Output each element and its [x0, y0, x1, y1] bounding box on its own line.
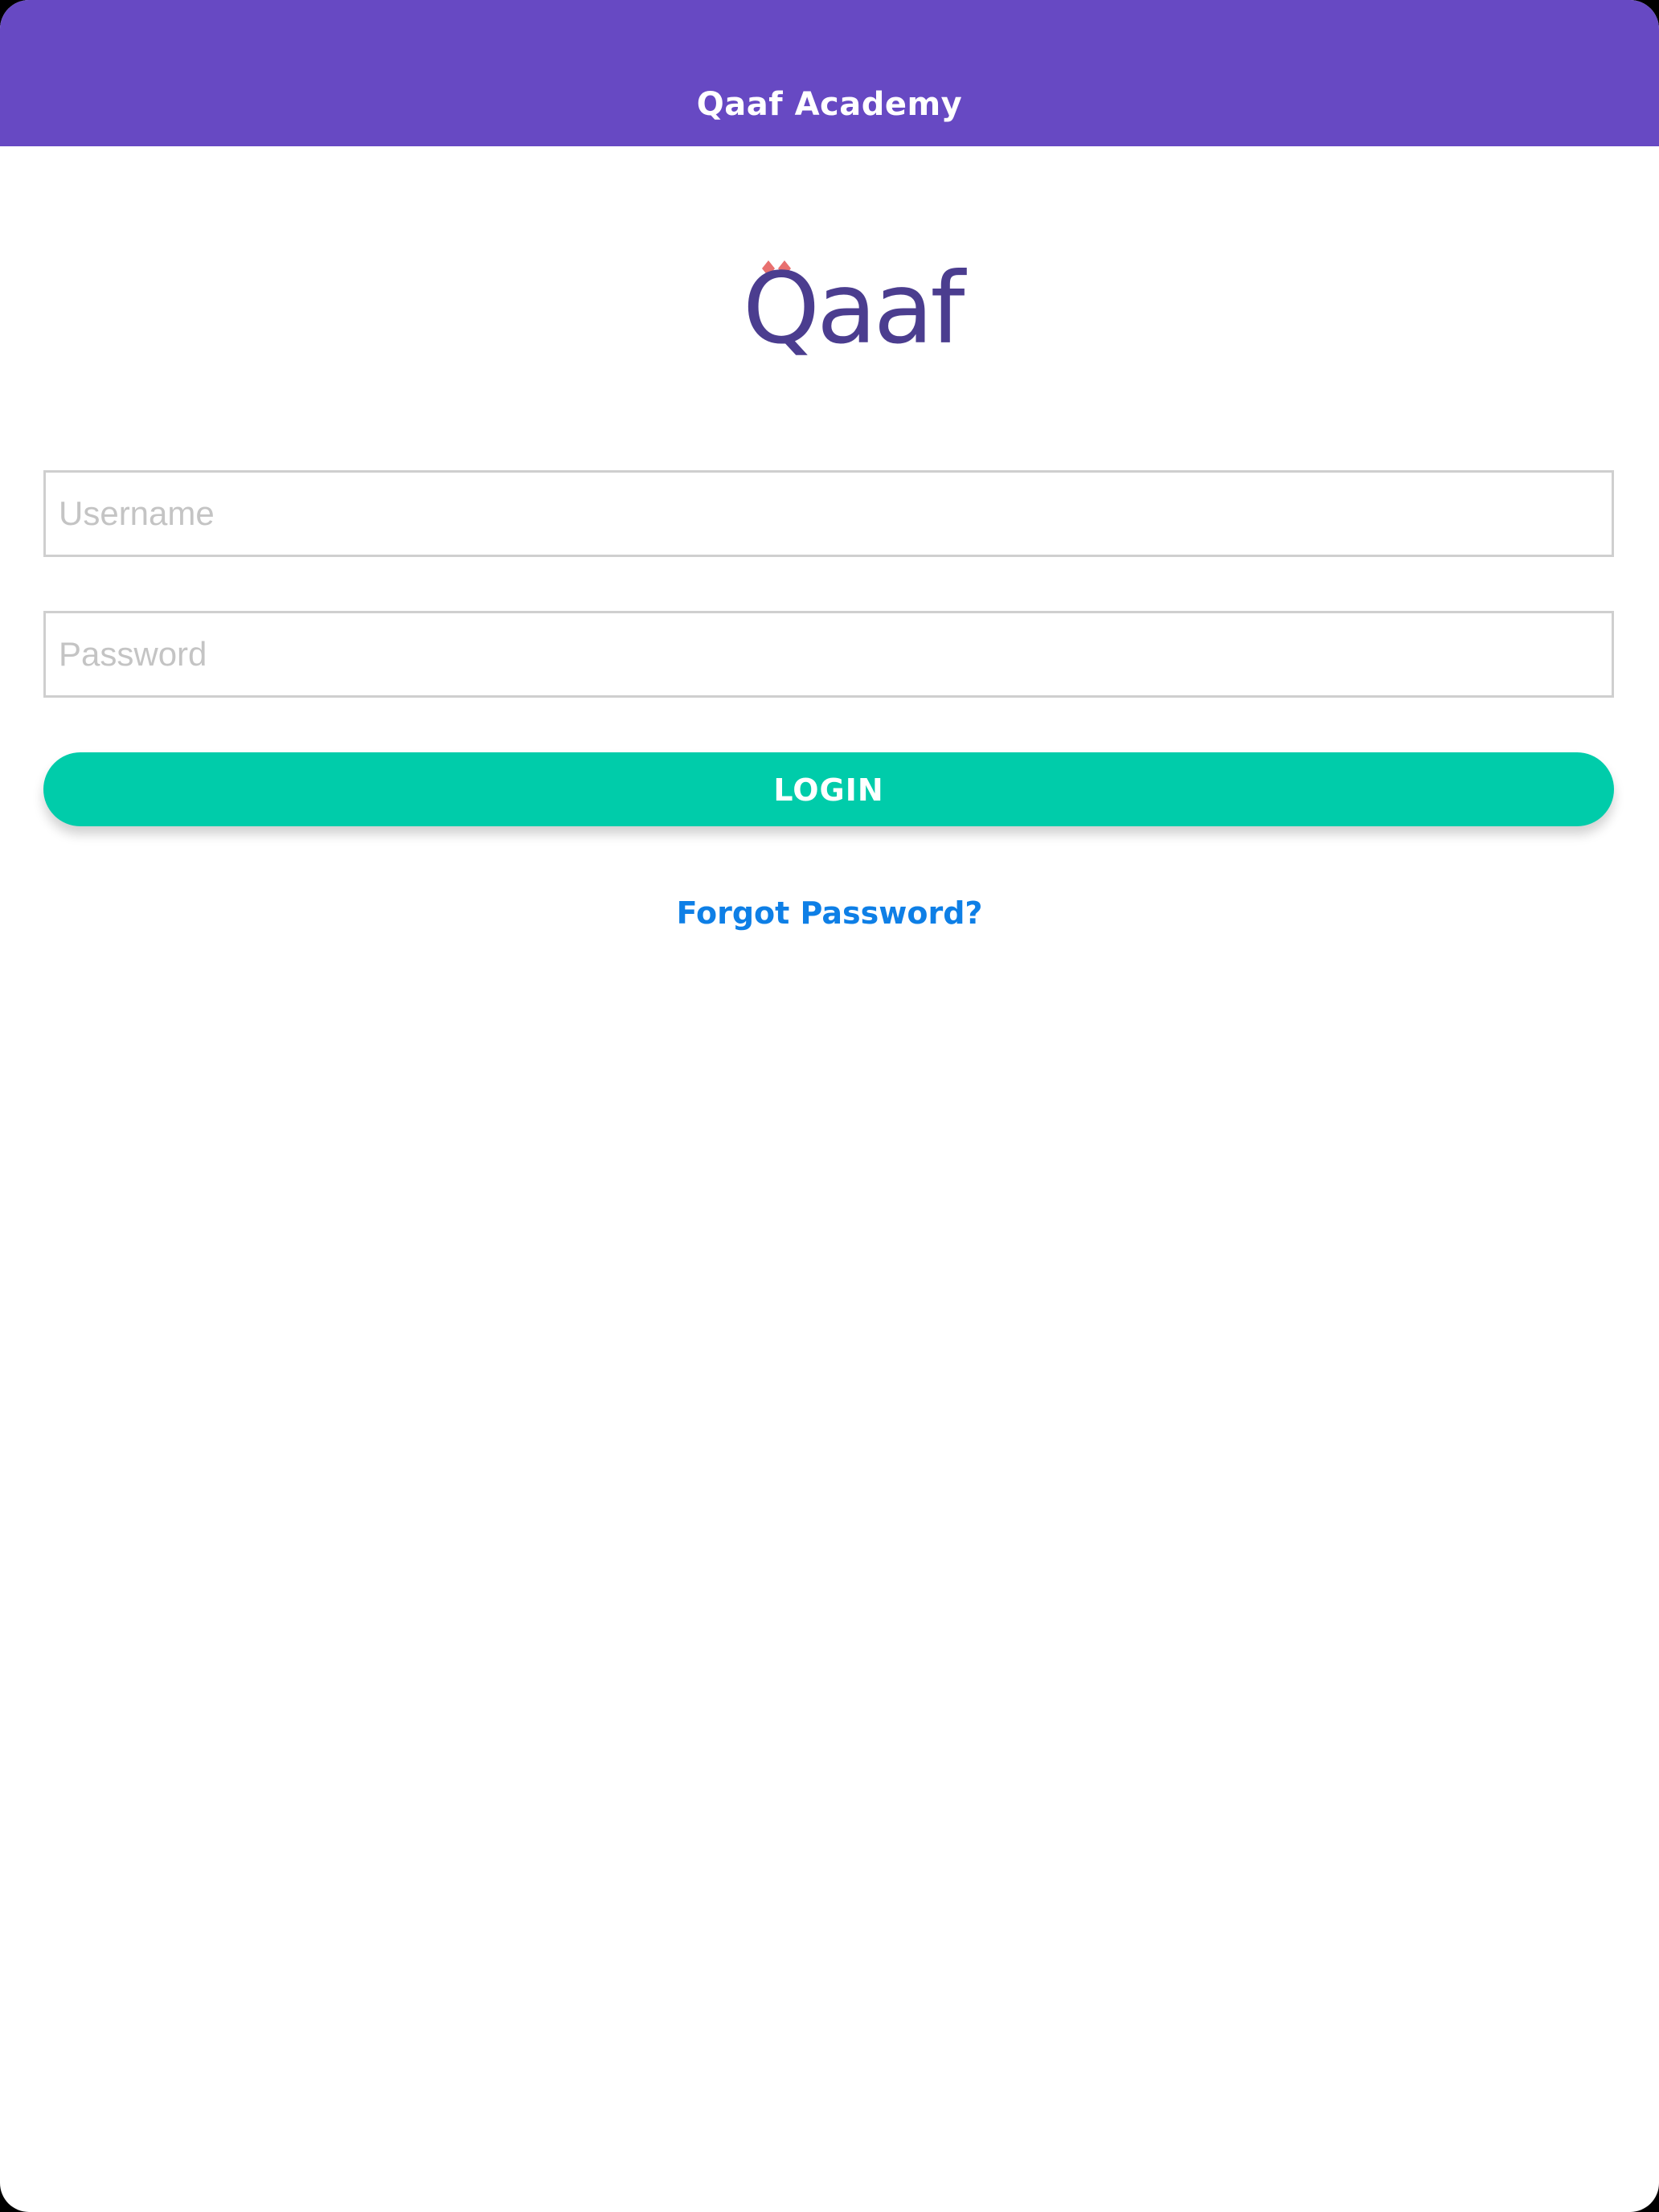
username-input[interactable] — [43, 470, 1614, 557]
login-button[interactable]: LOGIN — [43, 752, 1614, 826]
app-header: Qaaf Academy — [0, 0, 1659, 146]
app-title: Qaaf Academy — [696, 86, 963, 123]
forgot-password-link[interactable]: Forgot Password? — [677, 891, 983, 936]
app-screen: Qaaf Academy Qaaf LOGIN Forgot Password? — [0, 0, 1659, 2212]
logo-wordmark: Qaaf — [743, 252, 965, 366]
qaaf-logo: Qaaf — [738, 256, 965, 362]
password-input[interactable] — [43, 611, 1614, 698]
forgot-password-link-row: Forgot Password? — [0, 891, 1659, 936]
